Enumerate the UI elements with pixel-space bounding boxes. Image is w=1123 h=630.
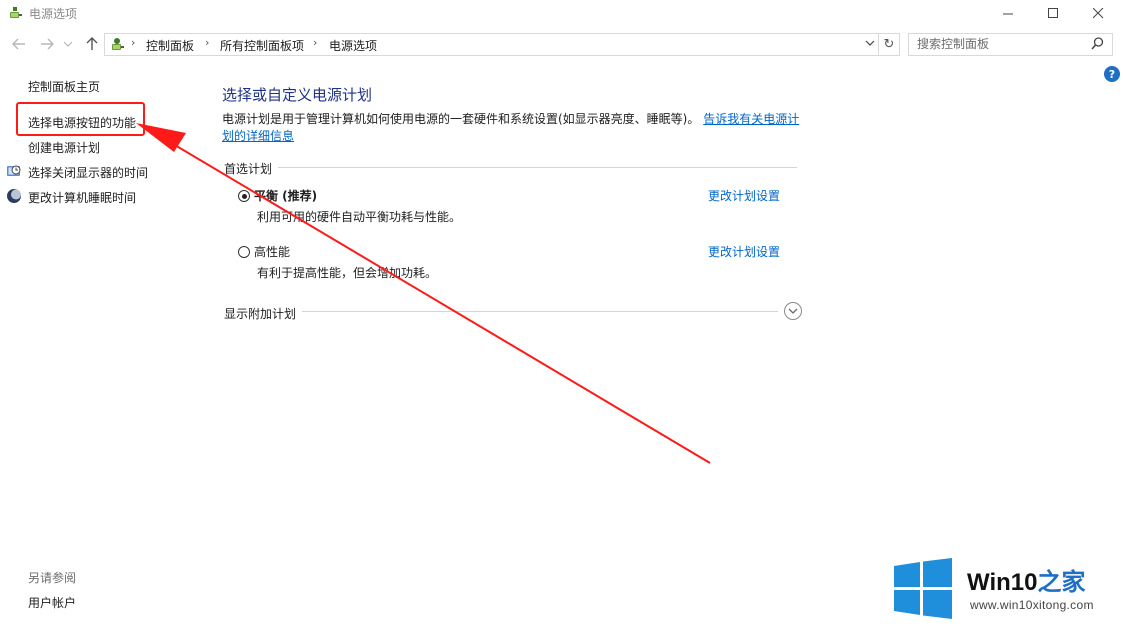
breadcrumb-all-items[interactable]: 所有控制面板项 (220, 37, 304, 54)
plan-balanced-name[interactable]: 平衡 (推荐) (254, 187, 317, 204)
see-also-user-accounts[interactable]: 用户帐户 (28, 594, 76, 611)
breadcrumb-control-panel[interactable]: 控制面板 (146, 37, 194, 54)
recent-locations-button[interactable] (62, 35, 74, 53)
radio-high-performance[interactable] (238, 246, 250, 258)
minimize-button[interactable] (985, 0, 1031, 26)
back-arrow-icon (12, 38, 25, 50)
section-divider (278, 167, 797, 168)
expand-additional-plans-button[interactable] (784, 302, 802, 320)
watermark-brand-main: Win10 (967, 569, 1038, 596)
watermark-url: www.win10xitong.com (970, 598, 1094, 612)
title-bar: 电源选项 (0, 0, 1123, 26)
change-plan-settings-balanced[interactable]: 更改计划设置 (708, 187, 780, 204)
back-button[interactable] (10, 35, 28, 53)
minimize-icon (1002, 13, 1013, 14)
change-plan-settings-high-performance[interactable]: 更改计划设置 (708, 243, 780, 260)
chevron-down-icon (788, 308, 798, 314)
annotation-arrow (136, 123, 711, 464)
watermark-brand: Win10之家 (967, 562, 1085, 597)
up-button[interactable] (83, 35, 101, 53)
moon-icon (7, 189, 21, 203)
up-arrow-icon (86, 37, 98, 50)
breadcrumb-separator: › (131, 36, 136, 49)
help-icon[interactable]: ? (1104, 66, 1120, 82)
maximize-button[interactable] (1030, 0, 1076, 26)
close-button[interactable] (1075, 0, 1121, 26)
page-title: 选择或自定义电源计划 (222, 86, 373, 104)
monitor-clock-icon (7, 165, 21, 176)
window-title: 电源选项 (29, 7, 78, 21)
search-box[interactable] (908, 33, 1113, 56)
breadcrumb-power-options[interactable]: 电源选项 (329, 37, 377, 54)
watermark-brand-accent: 之家 (1037, 569, 1086, 596)
chevron-down-icon (64, 41, 72, 47)
refresh-icon: ↻ (883, 37, 895, 52)
refresh-button[interactable]: ↻ (878, 33, 900, 56)
preferred-plans-heading: 首选计划 (224, 162, 273, 176)
windows-logo-icon (894, 558, 952, 619)
address-bar[interactable]: › 控制面板 › 所有控制面板项 › 电源选项 (104, 33, 879, 56)
section-divider (302, 311, 778, 312)
plan-high-performance-name[interactable]: 高性能 (254, 243, 290, 260)
power-options-icon (10, 7, 22, 18)
sidebar-item-control-panel-home[interactable]: 控制面板主页 (28, 78, 100, 95)
sidebar-item-sleep-time[interactable]: 更改计算机睡眠时间 (28, 189, 136, 206)
annotation-highlight-box (16, 102, 145, 136)
page-description: 电源计划是用于管理计算机如何使用电源的一套硬件和系统设置(如显示器亮度、睡眠等)… (222, 111, 802, 145)
search-icon[interactable] (1091, 37, 1104, 50)
watermark: Win10之家 www.win10xitong.com (892, 558, 1117, 619)
sidebar-item-create-power-plan[interactable]: 创建电源计划 (28, 139, 100, 156)
breadcrumb-separator: › (313, 36, 318, 49)
control-panel-icon (112, 38, 124, 50)
plan-high-performance-description: 有利于提高性能，但会增加功耗。 (257, 266, 438, 280)
address-dropdown-icon[interactable] (865, 39, 875, 47)
breadcrumb-separator: › (205, 36, 210, 49)
forward-button[interactable] (38, 35, 56, 53)
radio-balanced[interactable] (238, 190, 250, 202)
plan-balanced-description: 利用可用的硬件自动平衡功耗与性能。 (257, 210, 462, 224)
sidebar-item-display-off-time[interactable]: 选择关闭显示器的时间 (28, 164, 148, 181)
forward-arrow-icon (41, 38, 54, 50)
description-text: 电源计划是用于管理计算机如何使用电源的一套硬件和系统设置(如显示器亮度、睡眠等)… (222, 112, 700, 126)
close-icon (1092, 7, 1103, 18)
maximize-icon (1047, 7, 1058, 18)
see-also-heading: 另请参阅 (28, 571, 77, 585)
search-input[interactable] (909, 34, 1087, 53)
additional-plans-heading[interactable]: 显示附加计划 (224, 305, 296, 322)
